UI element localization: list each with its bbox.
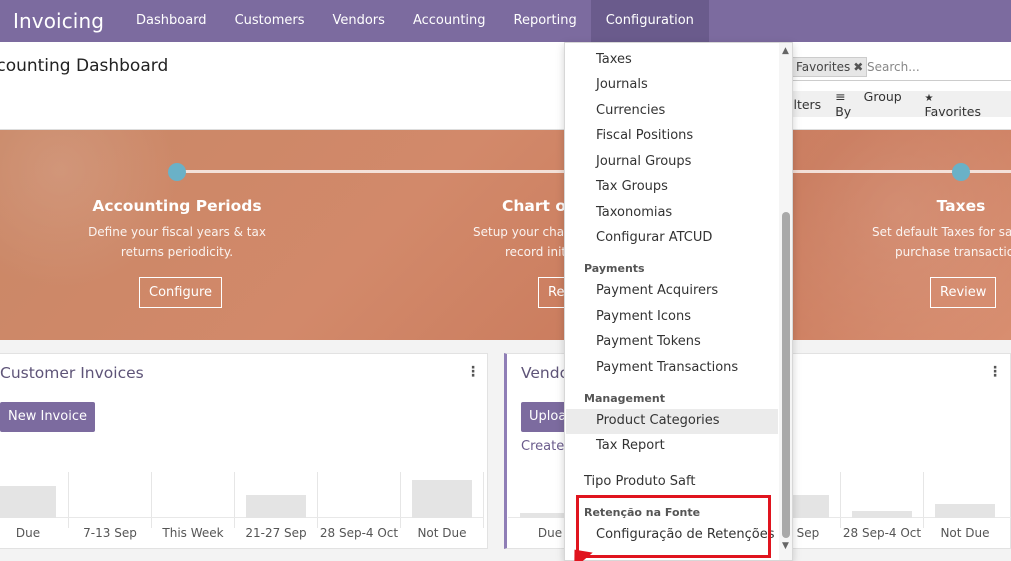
page-title: ccounting Dashboard [0,56,169,76]
graph-bar[interactable] [935,504,995,518]
step-desc-line: Define your fiscal years & tax [88,225,266,239]
menu-item-configurar-atcud[interactable]: Configurar ATCUD [596,230,712,245]
graph-separator [317,472,318,528]
nav-accounting[interactable]: Accounting [399,0,500,42]
graph-label-text: 21-27 Sep [793,526,820,540]
graph-label: 21-27 Sep [793,526,833,540]
remove-facet-icon[interactable]: ✖ [853,60,863,74]
graph-bar[interactable] [793,495,829,518]
review-taxes-button[interactable]: Review [930,277,997,308]
step-dot [168,163,186,181]
graph-bar[interactable] [0,486,56,518]
new-invoice-button[interactable]: New Invoice [0,402,95,432]
graph-separator [400,472,401,528]
graph-label: Due [15,526,41,540]
top-navbar: Invoicing Dashboard Customers Vendors Ac… [0,0,1011,42]
nav-dashboard[interactable]: Dashboard [122,0,221,42]
menu-item-product-categories[interactable]: Product Categories [596,413,720,428]
menu-item-payment-tokens[interactable]: Payment Tokens [596,334,701,349]
graph-separator [234,472,235,528]
step-description: Set default Taxes for sal purchase trans… [872,222,1011,262]
graph-label: Not Due [417,526,467,540]
graph-separator [68,472,69,528]
graph-separator [840,472,841,528]
create-link[interactable]: Create [521,439,564,454]
step-desc-line: record initi [505,245,570,259]
kebab-menu-icon[interactable]: ⋮ [466,364,480,380]
dropdown-scrollbar[interactable]: ▲ ▼ [779,43,792,560]
step-title: Taxes [936,197,986,215]
nav-configuration[interactable]: Configuration [590,0,709,42]
filter-bar: ilters ≡ Group By ★ Favorites [782,89,1011,119]
menu-section-payments: Payments [584,262,645,275]
graph-bar[interactable] [246,495,306,518]
star-icon: ★ [924,93,934,104]
step-desc-line: Set default Taxes for sal [872,225,1011,239]
step-connector [177,170,567,173]
graph-bar[interactable] [852,511,912,518]
menu-section-management: Management [584,392,665,405]
menu-item-tax-groups[interactable]: Tax Groups [596,179,668,194]
nav-reporting[interactable]: Reporting [500,0,591,42]
menu-item-tax-report[interactable]: Tax Report [596,438,665,453]
search-box: Favorites ✖ [790,53,1011,81]
menu-item-payment-acquirers[interactable]: Payment Acquirers [596,283,718,298]
graph-label: 7-13 Sep [83,526,137,540]
graph-label: 21-27 Sep [245,526,307,540]
step-title: Accounting Periods [92,197,262,215]
list-icon: ≡ [835,89,850,104]
customer-invoices-card [0,353,488,549]
card-title[interactable]: Vendo [521,364,569,382]
graph-separator [923,472,924,528]
filters-button[interactable]: ilters [790,97,821,112]
graph-separator [151,472,152,528]
menu-item-tipo-produto-saft[interactable]: Tipo Produto Saft [584,474,695,489]
menu-item-journal-groups[interactable]: Journal Groups [596,154,691,169]
menu-item-fiscal-positions[interactable]: Fiscal Positions [596,128,693,143]
kebab-menu-icon[interactable]: ⋮ [988,364,1002,380]
scrollbar-thumb[interactable] [782,212,790,538]
onboarding-banner: Accounting Periods Define your fiscal ye… [0,130,1011,340]
menu-item-payment-icons[interactable]: Payment Icons [596,309,691,324]
facet-label: Favorites [796,60,851,74]
upload-button[interactable]: Uploa [521,402,567,432]
menu-item-currencies[interactable]: Currencies [596,103,665,118]
menu-item-taxonomias[interactable]: Taxonomias [596,205,672,220]
configure-button[interactable]: Configure [139,277,223,308]
menu-item-journals[interactable]: Journals [596,77,648,92]
configuration-dropdown: Taxes Journals Currencies Fiscal Positio… [564,42,793,561]
graph-bar[interactable] [520,513,564,518]
search-input[interactable] [867,57,1007,77]
nav-vendors[interactable]: Vendors [318,0,398,42]
search-facet[interactable]: Favorites ✖ [792,57,868,77]
group-by-button[interactable]: ≡ Group By [835,89,910,119]
step-desc-line: purchase transactio [895,245,1011,259]
favorites-label: Favorites [924,104,982,119]
menu-item-payment-transactions[interactable]: Payment Transactions [596,360,738,375]
step-description: Define your fiscal years & tax returns p… [57,222,297,262]
step-dot [952,163,970,181]
menu-item-taxes[interactable]: Taxes [596,52,632,67]
nav-customers[interactable]: Customers [221,0,319,42]
graph-label: 28 Sep-4 Oct [319,526,399,540]
control-panel: ccounting Dashboard Favorites✖ ilters ≡ … [0,42,1011,130]
graph-bar[interactable] [412,480,472,518]
scroll-down-icon[interactable]: ▼ [782,541,789,551]
card-title[interactable]: Customer Invoices [0,364,144,382]
graph-separator [483,472,484,528]
graph-label: Not Due [940,526,990,540]
scroll-up-icon[interactable]: ▲ [782,46,789,56]
annotation-highlight-box [576,495,771,558]
graph-label: This Week [162,526,224,540]
step-desc-line: returns periodicity. [120,245,234,259]
favorites-button[interactable]: ★ Favorites [925,89,997,119]
step-desc-line: Setup your char [473,225,570,239]
app-brand[interactable]: Invoicing [13,9,104,33]
step-description: Setup your char record initi [473,222,573,262]
graph-label: 28 Sep-4 Oct [842,526,922,540]
step-connector [790,170,1011,173]
